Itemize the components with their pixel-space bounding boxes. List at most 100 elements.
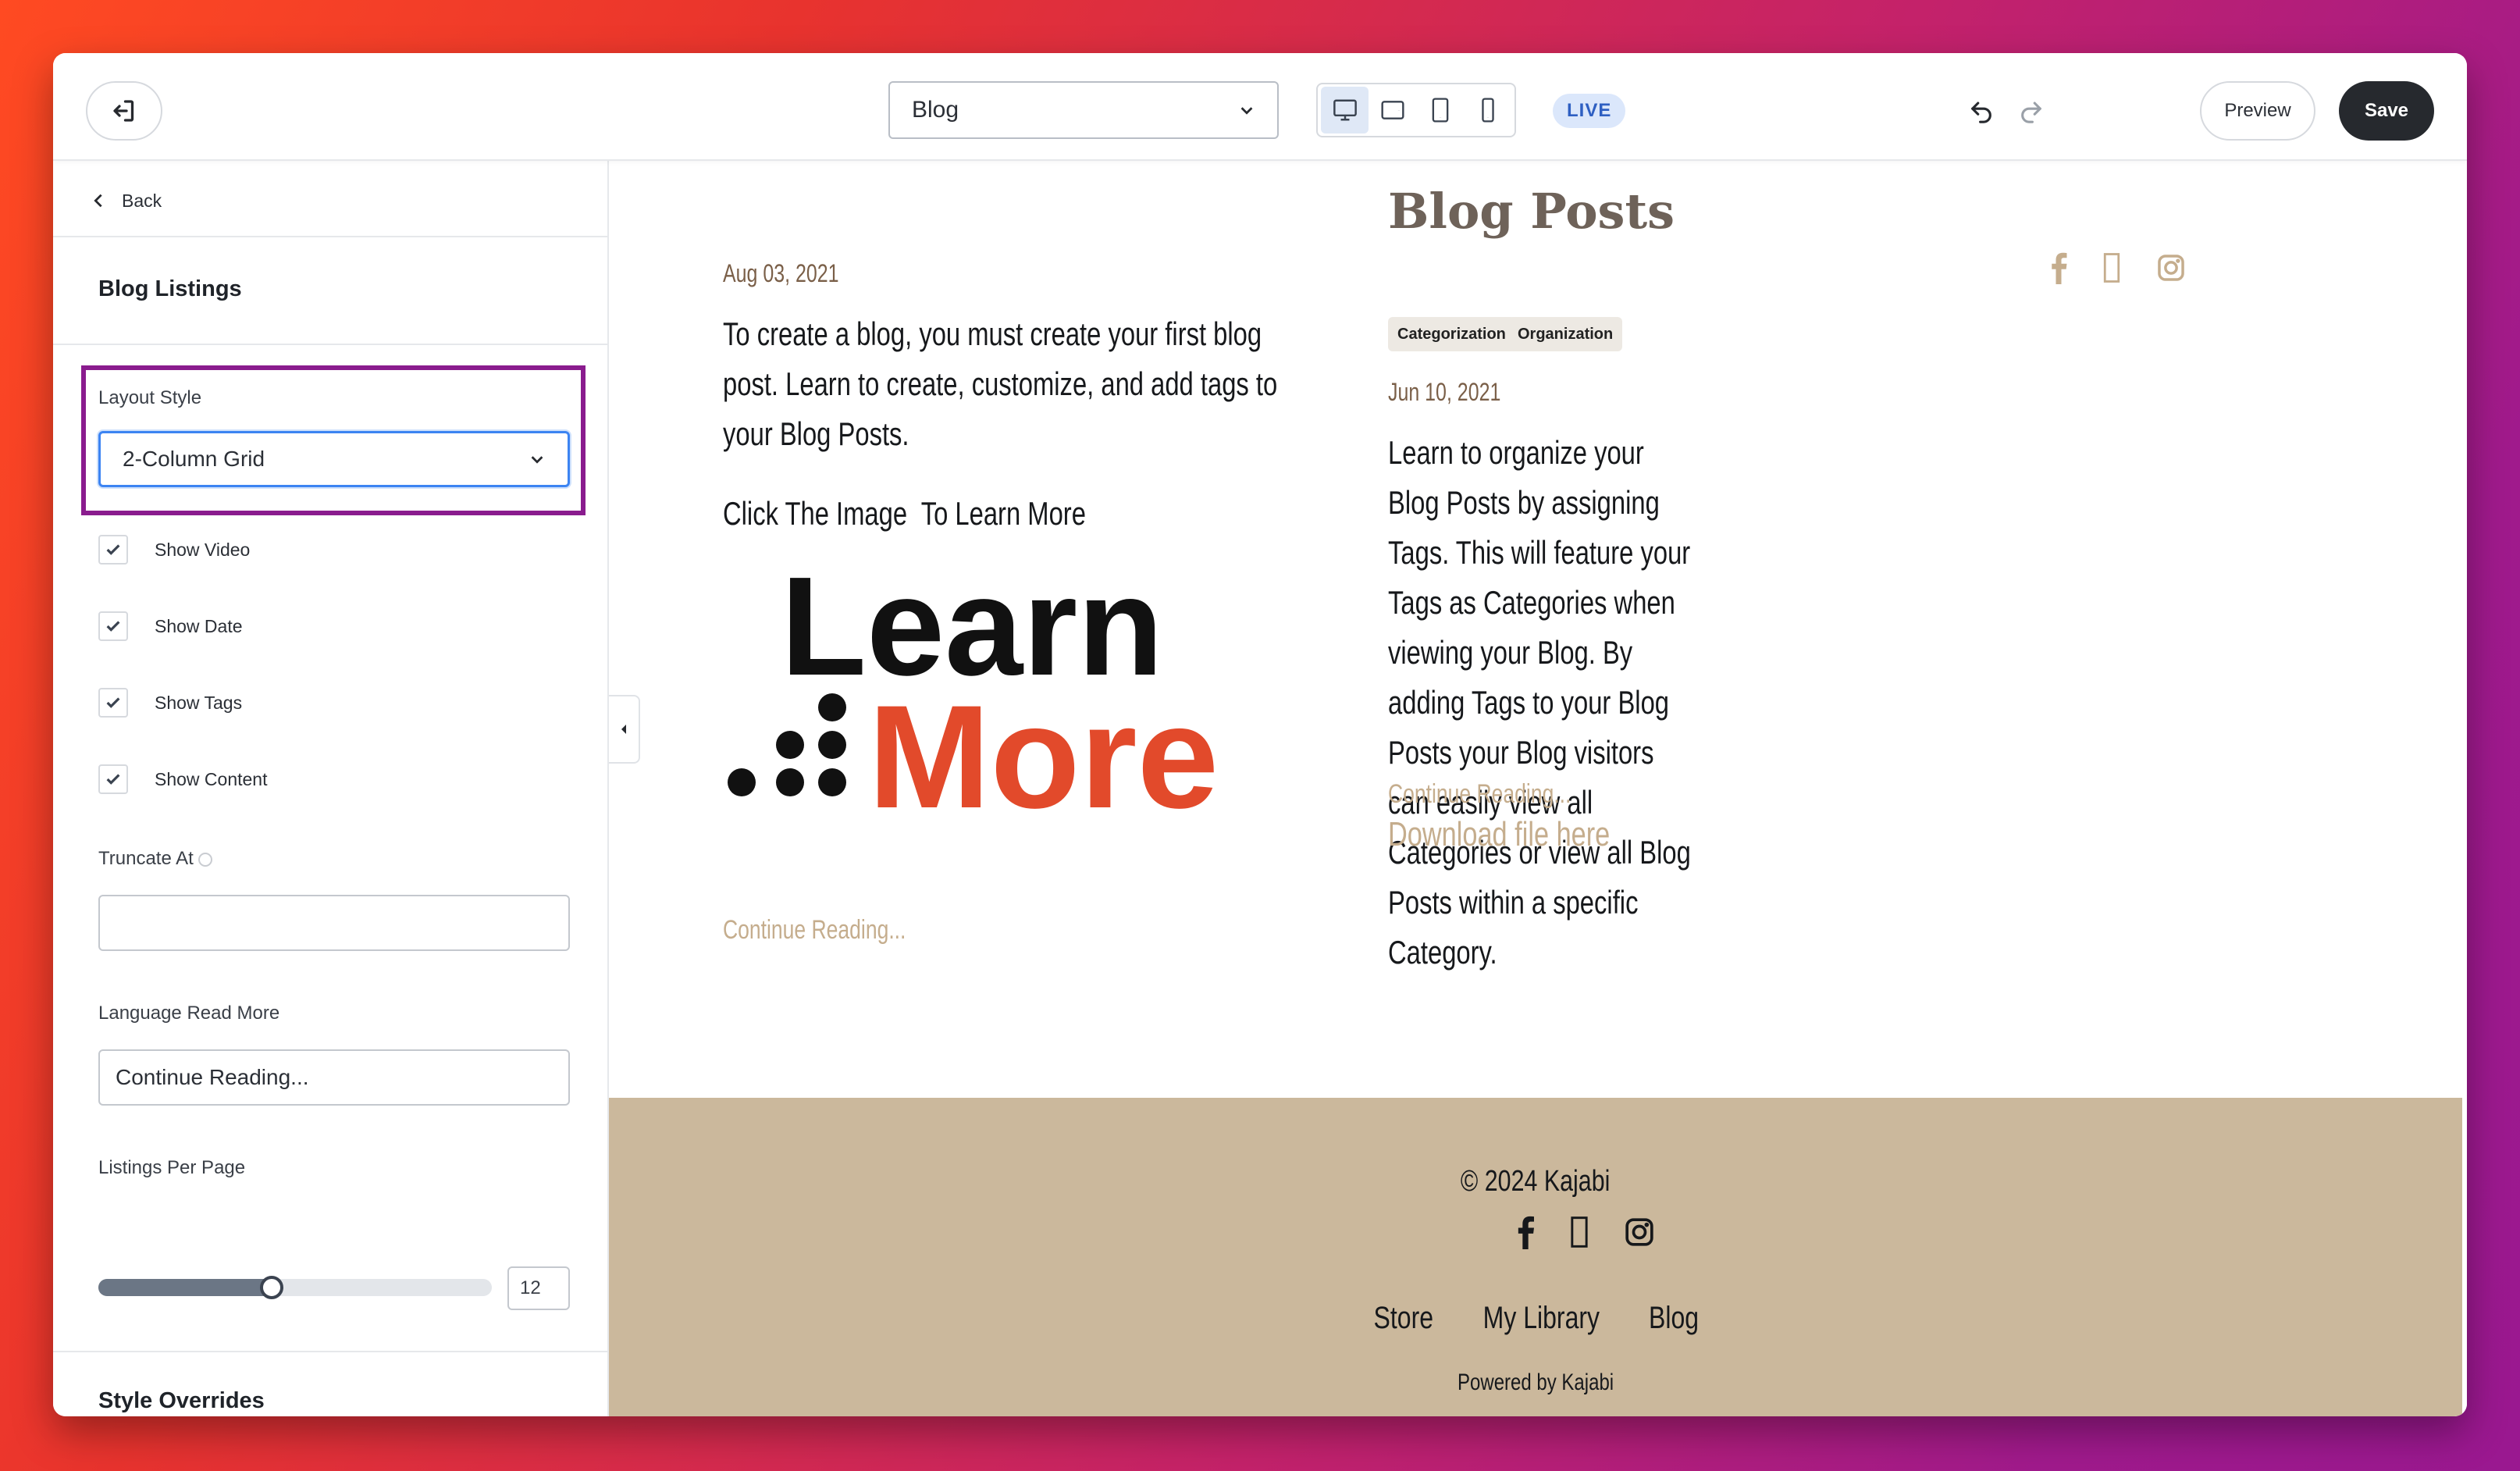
- checkbox[interactable]: [98, 535, 128, 565]
- exit-button[interactable]: [86, 81, 162, 141]
- show-date-toggle[interactable]: Show Date: [98, 611, 243, 642]
- device-mobile-button[interactable]: [1464, 87, 1511, 134]
- divider: [53, 236, 609, 237]
- learn-more-image[interactable]: Learn More: [723, 559, 1223, 817]
- checkbox[interactable]: [98, 611, 128, 641]
- caret-left-icon: [621, 725, 626, 734]
- checkmark-icon: [106, 621, 120, 632]
- instagram-icon[interactable]: [1624, 1216, 1655, 1248]
- side-social-links: [2050, 251, 2186, 284]
- footer-nav: Store My Library Blog: [609, 1301, 2462, 1336]
- back-label: Back: [122, 190, 162, 211]
- checkmark-icon: [106, 774, 120, 785]
- checkbox[interactable]: [98, 688, 128, 718]
- footer-copyright: © 2024 Kajabi: [609, 1165, 2462, 1199]
- slider-handle[interactable]: [259, 1276, 283, 1299]
- undo-button[interactable]: [1964, 94, 1999, 128]
- settings-sidebar: Back Blog Listings Layout Style 2-Column…: [53, 161, 609, 1416]
- post-excerpt: To create a blog, you must create your f…: [723, 315, 1278, 452]
- undo-icon: [1971, 102, 1991, 123]
- listings-per-page-slider[interactable]: [98, 1276, 492, 1299]
- page-preview: Aug 03, 2021 To create a blog, you must …: [609, 161, 2467, 1416]
- checkbox-label: Show Date: [155, 615, 243, 636]
- footer-nav-store[interactable]: Store: [1373, 1301, 1433, 1336]
- truncate-input[interactable]: [98, 895, 570, 951]
- checkbox-label: Show Tags: [155, 692, 243, 713]
- layout-style-value: 2-Column Grid: [123, 447, 265, 471]
- facebook-icon[interactable]: [1516, 1215, 1535, 1249]
- editor-window: Blog LIVE Preview Save Back Blog Listing…: [53, 53, 2467, 1416]
- checkbox-label: Show Video: [155, 539, 251, 560]
- powered-by-text: Powered by Kajabi: [1457, 1369, 1614, 1395]
- post-title-clipped: [723, 161, 1238, 170]
- live-status-badge: LIVE: [1553, 94, 1626, 128]
- preview-button[interactable]: Preview: [2200, 81, 2315, 141]
- layout-style-select[interactable]: 2-Column Grid: [98, 431, 570, 487]
- slider-fill: [98, 1279, 272, 1296]
- divider: [53, 344, 609, 345]
- top-toolbar: Blog LIVE Preview Save: [53, 53, 2467, 161]
- chevron-down-icon: [1240, 107, 1253, 115]
- unknown-icon[interactable]: [2103, 251, 2120, 284]
- back-button[interactable]: Back: [91, 176, 162, 225]
- section-title: Blog Listings: [98, 276, 242, 301]
- post-title-clipped: [1388, 161, 1732, 170]
- style-overrides-title[interactable]: Style Overrides: [98, 1388, 265, 1414]
- read-more-input[interactable]: Continue Reading...: [98, 1049, 570, 1106]
- checkbox[interactable]: [98, 764, 128, 794]
- dots-graphic: [728, 693, 846, 796]
- truncate-label: Truncate At: [98, 848, 212, 870]
- show-video-toggle[interactable]: Show Video: [98, 534, 250, 565]
- instagram-icon[interactable]: [2156, 253, 2186, 283]
- divider: [53, 1351, 609, 1352]
- checkbox-label: Show Content: [155, 768, 268, 789]
- footer-social-links: [1516, 1215, 1655, 1249]
- chevron-down-icon: [531, 456, 543, 464]
- redo-icon: [2021, 102, 2041, 123]
- post-click-text: Click The Image To Learn More: [723, 495, 1086, 532]
- page-select-value: Blog: [912, 97, 959, 123]
- listings-per-page-label: Listings Per Page: [98, 1157, 246, 1178]
- footer-nav-blog[interactable]: Blog: [1649, 1301, 1699, 1336]
- follow-heading-clipped: [2050, 161, 2237, 170]
- tablet-landscape-icon: [1380, 101, 1404, 119]
- unknown-icon[interactable]: [1571, 1215, 1588, 1249]
- checkmark-icon: [106, 544, 120, 555]
- tag-badge[interactable]: Organization: [1508, 317, 1623, 351]
- device-desktop-button[interactable]: [1321, 87, 1369, 134]
- layout-style-label: Layout Style: [98, 387, 202, 408]
- post-date: Jun 10, 2021: [1388, 378, 1501, 406]
- download-link[interactable]: Download file here: [1388, 815, 1610, 854]
- post-excerpt: Learn to organize your Blog Posts by ass…: [1388, 428, 1699, 978]
- continue-reading-link[interactable]: Continue Reading...: [1388, 779, 1571, 810]
- post-title[interactable]: Blog Posts: [1388, 183, 1675, 240]
- tag-badge[interactable]: Categorization: [1388, 317, 1515, 351]
- page-select[interactable]: Blog: [888, 81, 1279, 139]
- show-tags-toggle[interactable]: Show Tags: [98, 687, 242, 718]
- footer-copyright-text: © 2024 Kajabi: [1461, 1165, 1611, 1198]
- save-button[interactable]: Save: [2339, 81, 2434, 141]
- truncate-label-text: Truncate At: [98, 848, 194, 869]
- footer-nav-my-library[interactable]: My Library: [1483, 1301, 1600, 1336]
- device-tablet-landscape-button[interactable]: [1369, 87, 1416, 134]
- chevron-left-icon: [94, 194, 102, 208]
- collapse-sidebar-button[interactable]: [609, 695, 640, 764]
- redo-button[interactable]: [2014, 94, 2048, 128]
- post-excerpt-text: Learn to organize your Blog Posts by ass…: [1388, 434, 1691, 971]
- facebook-icon[interactable]: [2050, 251, 2067, 284]
- checkmark-icon: [106, 697, 120, 708]
- tablet-portrait-icon: [1432, 98, 1448, 123]
- device-tablet-portrait-button[interactable]: [1416, 87, 1464, 134]
- listings-per-page-value[interactable]: 12: [507, 1266, 570, 1310]
- exit-icon: [113, 100, 134, 122]
- post-date: Aug 03, 2021: [723, 259, 839, 287]
- powered-by[interactable]: Powered by Kajabi: [609, 1369, 2462, 1396]
- continue-reading-link[interactable]: Continue Reading...: [723, 915, 906, 946]
- device-switcher: [1316, 83, 1516, 137]
- info-icon[interactable]: [198, 852, 212, 867]
- read-more-label: Language Read More: [98, 1003, 280, 1024]
- learn-more-image-bottom: More: [868, 675, 1219, 817]
- site-footer: © 2024 Kajabi Store My Library Blog Powe…: [609, 1098, 2462, 1416]
- mobile-icon: [1481, 98, 1494, 123]
- show-content-toggle[interactable]: Show Content: [98, 764, 267, 795]
